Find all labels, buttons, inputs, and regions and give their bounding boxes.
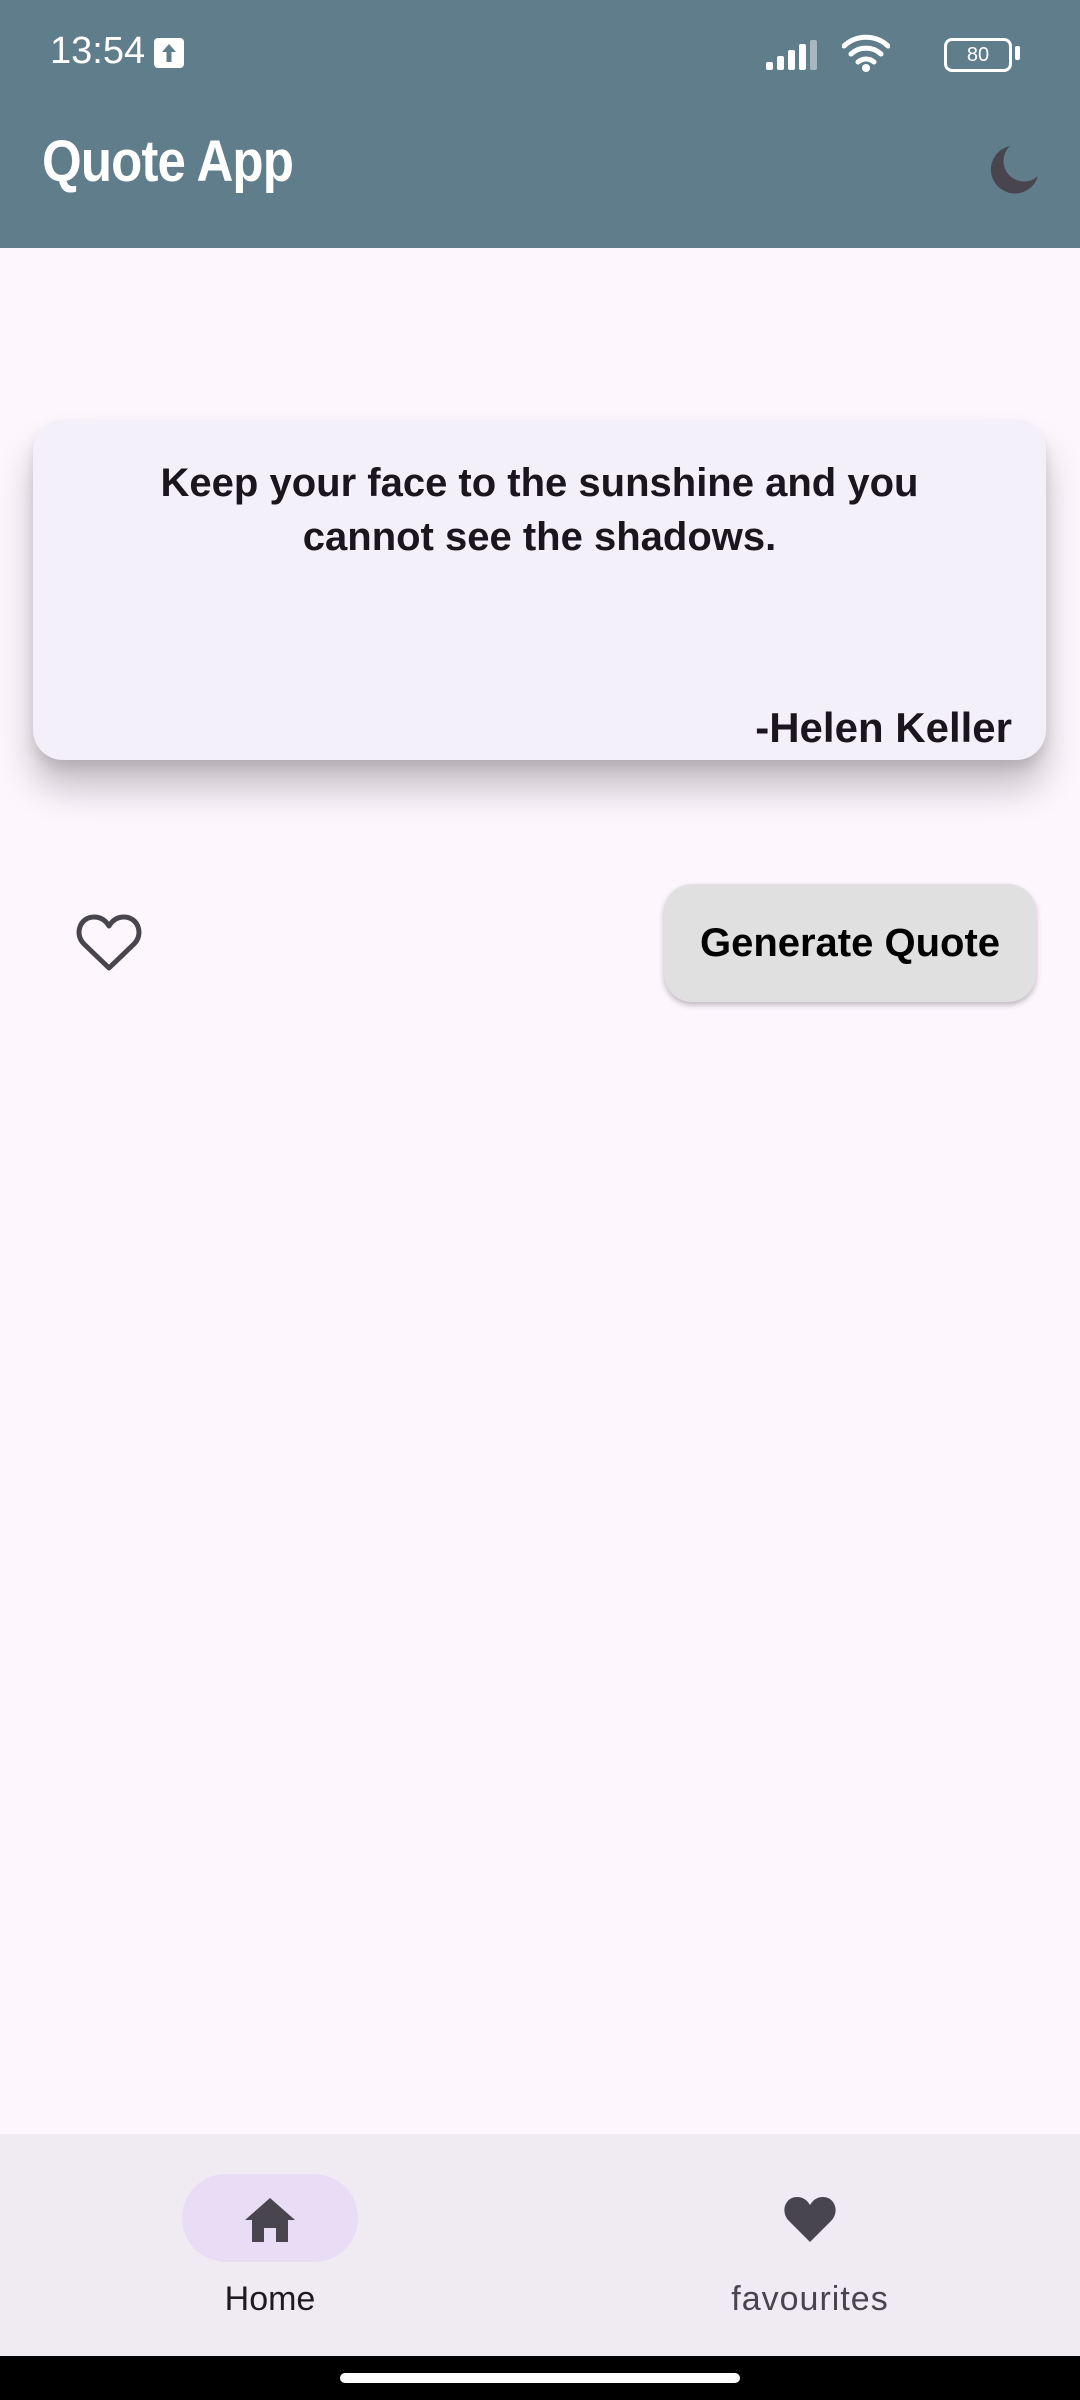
upload-notification-icon	[154, 38, 184, 68]
quote-author: -Helen Keller	[755, 704, 1012, 751]
heart-outline-icon[interactable]	[76, 912, 142, 974]
signal-icon	[766, 40, 817, 70]
generate-quote-button[interactable]: Generate Quote	[664, 884, 1036, 1002]
status-time: 13:54	[50, 30, 146, 72]
nav-item-home[interactable]: Home	[90, 2134, 450, 2356]
battery-icon: 80	[944, 38, 1012, 72]
battery-level: 80	[966, 44, 990, 66]
system-navigation-bar	[0, 2356, 1080, 2400]
gesture-handle[interactable]	[340, 2373, 740, 2383]
battery-tip	[1015, 46, 1020, 60]
app-bar: 13:54 80 Quote App	[0, 0, 1080, 248]
heart-icon	[784, 2197, 836, 2242]
nav-item-favourites[interactable]: favourites	[630, 2134, 990, 2356]
nav-label-favourites: favourites	[731, 2280, 889, 2318]
home-icon	[245, 2198, 295, 2242]
moon-icon[interactable]	[986, 142, 1042, 198]
quote-card: Keep your face to the sunshine and you c…	[33, 420, 1046, 760]
app-title: Quote App	[42, 129, 294, 194]
nav-label-home: Home	[224, 2280, 316, 2318]
bottom-navigation: Home favourites	[0, 2134, 1080, 2356]
quote-text: Keep your face to the sunshine and you c…	[160, 461, 919, 559]
wifi-icon	[842, 34, 890, 72]
